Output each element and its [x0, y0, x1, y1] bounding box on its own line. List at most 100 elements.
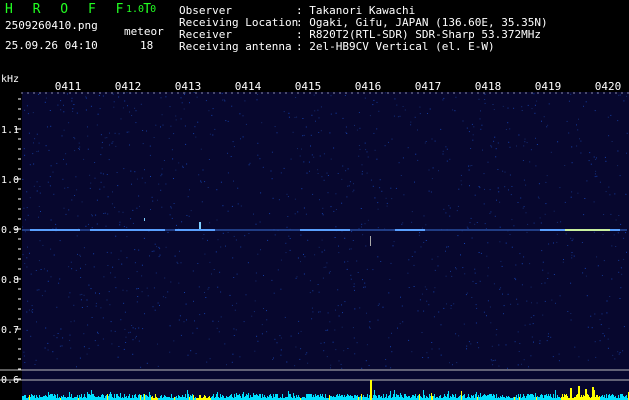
- power-bar: [478, 395, 479, 400]
- power-bar: [447, 394, 448, 400]
- power-bar: [500, 396, 501, 400]
- power-bar: [294, 396, 295, 400]
- power-bar: [149, 392, 150, 400]
- power-bar: [330, 396, 331, 400]
- power-bar: [254, 395, 255, 400]
- power-bar: [191, 396, 192, 400]
- power-bar: [452, 394, 453, 400]
- y-axis: 1.1 1.0 0.9 0.8 0.7 0.6: [1, 98, 21, 386]
- power-bar: [187, 390, 188, 400]
- power-bar: [289, 394, 290, 400]
- power-bar: [562, 394, 563, 400]
- power-bar: [199, 395, 200, 400]
- power-bar: [31, 394, 32, 400]
- power-bar: [237, 395, 238, 400]
- power-bar: [128, 396, 129, 400]
- y-tick-label: 0.6: [1, 375, 19, 386]
- power-bar: [476, 392, 477, 400]
- power-bar: [200, 395, 201, 400]
- power-bar: [313, 395, 314, 400]
- power-bar: [448, 391, 449, 400]
- power-bar: [138, 395, 139, 400]
- info-value-antenna: : 2el-HB9CV Vertical (el. E-W): [296, 40, 495, 53]
- power-bar: [357, 395, 358, 400]
- power-bar: [584, 396, 585, 400]
- power-bar: [143, 394, 144, 400]
- app-version: 1.0.0: [126, 4, 157, 15]
- power-bar: [141, 395, 142, 400]
- power-bar: [51, 394, 52, 400]
- power-bar: [502, 395, 503, 400]
- power-bar: [318, 395, 319, 400]
- power-bar: [350, 395, 351, 400]
- power-bar: [483, 395, 484, 400]
- power-bar: [129, 394, 130, 400]
- spectrogram-background: [22, 92, 629, 400]
- power-bar: [537, 396, 538, 400]
- power-bar: [340, 396, 341, 400]
- power-bar: [239, 394, 240, 400]
- power-bar: [520, 394, 521, 400]
- power-bar: [588, 395, 589, 400]
- power-bar: [258, 396, 259, 400]
- power-bar: [472, 396, 473, 400]
- power-bar: [611, 395, 612, 400]
- power-bar: [376, 396, 377, 400]
- power-bar: [339, 394, 340, 400]
- power-bar: [473, 395, 474, 400]
- power-bar: [89, 394, 90, 400]
- power-bar: [52, 394, 53, 400]
- power-bar: [103, 395, 104, 400]
- power-bar: [429, 394, 430, 400]
- power-bar: [262, 394, 263, 400]
- power-bar: [155, 394, 156, 400]
- power-bar: [132, 395, 133, 400]
- power-bar: [205, 396, 206, 400]
- power-bar: [523, 394, 524, 400]
- power-bar: [530, 394, 531, 400]
- power-bar: [216, 394, 217, 400]
- power-bar: [94, 396, 95, 400]
- power-bar: [273, 394, 274, 400]
- power-bar: [557, 395, 558, 400]
- power-bar: [126, 396, 127, 400]
- power-bar: [567, 396, 568, 400]
- power-bar: [506, 396, 507, 400]
- power-bar: [277, 394, 278, 400]
- power-bar: [91, 390, 92, 400]
- power-bar: [431, 393, 432, 400]
- power-bar: [373, 395, 374, 400]
- power-bar: [231, 394, 232, 400]
- power-spike: [585, 389, 587, 400]
- power-bar: [351, 396, 352, 400]
- power-bar: [419, 394, 420, 400]
- y-tick-label: 0.7: [1, 325, 19, 336]
- power-bar: [597, 395, 598, 400]
- power-bar: [217, 392, 218, 400]
- power-bar: [248, 393, 249, 400]
- power-bar: [290, 394, 291, 400]
- power-bar: [43, 396, 44, 400]
- power-bar: [77, 395, 78, 400]
- power-bar: [171, 394, 172, 400]
- power-bar: [36, 395, 37, 400]
- power-bar: [331, 396, 332, 400]
- y-tick-label: 0.9: [1, 225, 19, 236]
- power-bar: [450, 396, 451, 400]
- power-bar: [492, 396, 493, 400]
- power-bar: [401, 395, 402, 400]
- power-bar: [135, 394, 136, 400]
- power-spike: [592, 387, 594, 400]
- power-bar: [424, 395, 425, 400]
- power-bar: [240, 396, 241, 400]
- power-bar: [54, 394, 55, 400]
- power-bar: [455, 394, 456, 400]
- power-bar: [549, 396, 550, 400]
- power-bar: [317, 395, 318, 400]
- power-bar: [46, 396, 47, 400]
- power-bar: [601, 396, 602, 400]
- power-bar: [482, 396, 483, 400]
- power-bar: [415, 394, 416, 400]
- power-bar: [406, 396, 407, 400]
- power-bar: [226, 396, 227, 400]
